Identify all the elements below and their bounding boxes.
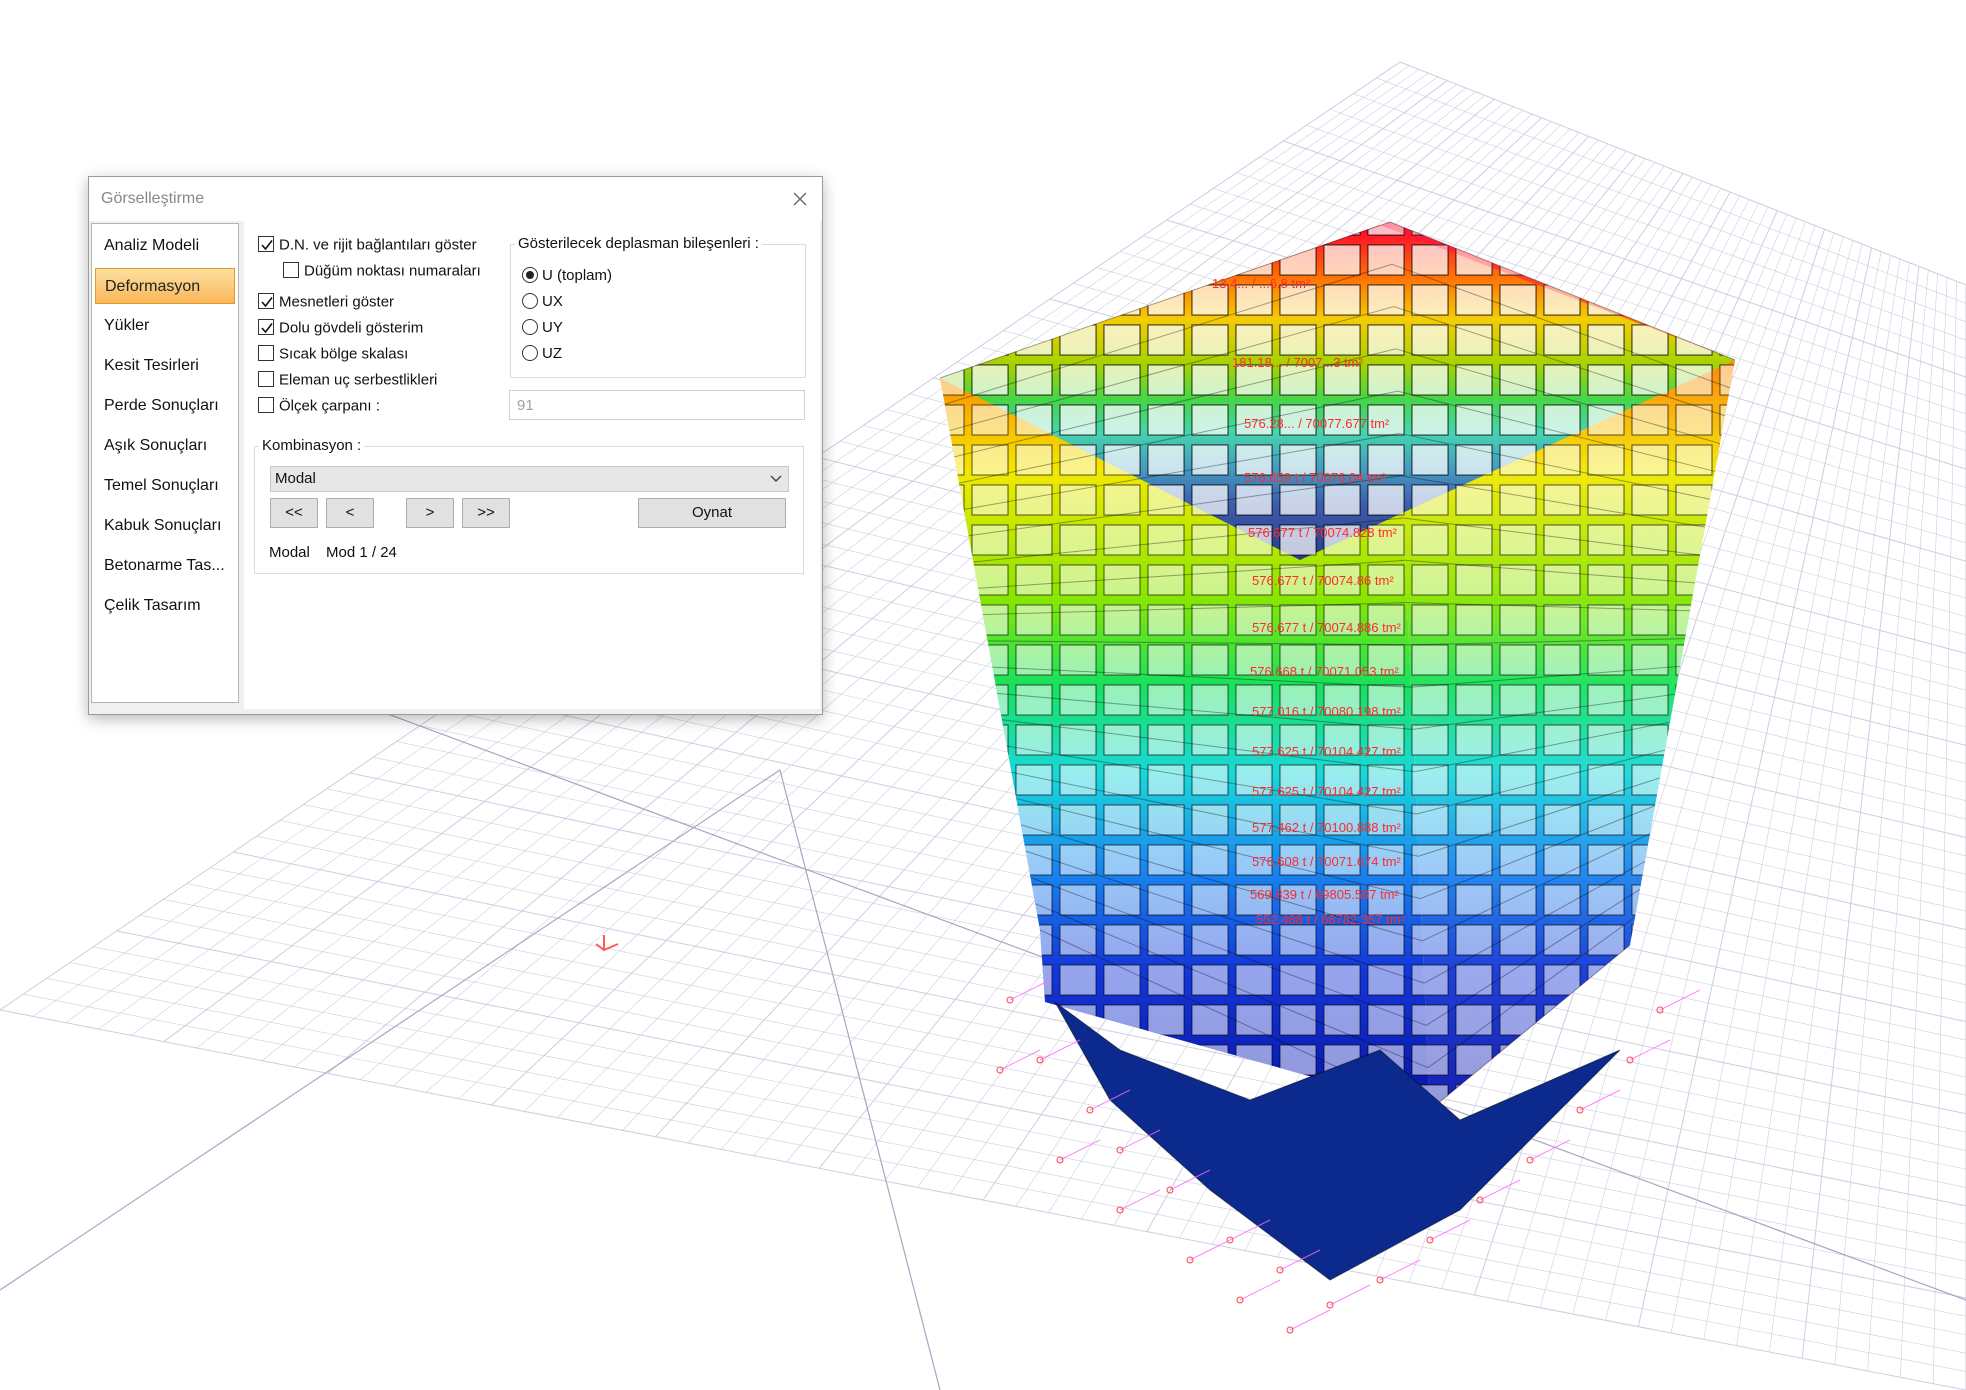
storey-label: 569.839 t / 69805.587 tm²	[1250, 887, 1400, 902]
nav-item-temel-sonuclari[interactable]: Temel Sonuçları	[95, 468, 235, 504]
storey-label: 577.462 t / 70100.888 tm²	[1252, 820, 1402, 835]
checkbox-box[interactable]	[283, 262, 299, 279]
checkbox-box[interactable]	[258, 293, 274, 310]
nav-item-analiz-modeli[interactable]: Analiz Modeli	[95, 228, 235, 264]
scale-factor-input[interactable]	[509, 390, 805, 420]
storey-label: 576.677 t / 70074.828 tm²	[1248, 525, 1398, 540]
storey-label: 576.608 t / 70071.674 tm²	[1252, 854, 1402, 869]
checkbox-box[interactable]	[258, 371, 274, 388]
radio-ux[interactable]: UX	[522, 293, 563, 315]
radio-u-total[interactable]: U (toplam)	[522, 267, 612, 289]
category-list: Analiz Modeli Deformasyon Yükler Kesit T…	[91, 223, 239, 703]
checkbox-show-supports[interactable]: Mesnetleri göster	[258, 293, 394, 315]
storey-label: 181.18... / 7007...3 tm²	[1232, 355, 1363, 370]
checkbox-box[interactable]	[258, 397, 274, 414]
storey-label: 576.668 t / 70071.053 tm²	[1250, 664, 1400, 679]
nav-item-yukler[interactable]: Yükler	[95, 308, 235, 344]
first-mode-button[interactable]: <<	[270, 498, 318, 528]
checkbox-end-releases[interactable]: Eleman uç serbestlikleri	[258, 371, 437, 393]
combination-group-title: Kombinasyon :	[259, 437, 365, 454]
nav-item-deformasyon[interactable]: Deformasyon	[95, 268, 235, 304]
storey-label: 577.016 t / 70080.198 tm²	[1252, 704, 1402, 719]
checkbox-solid-display[interactable]: Dolu gövdeli gösterim	[258, 319, 423, 341]
radio-button[interactable]	[522, 319, 538, 336]
checkbox-heat-scale[interactable]: Sıcak bölge skalası	[258, 345, 408, 367]
last-mode-button[interactable]: >>	[462, 498, 510, 528]
next-mode-button[interactable]: >	[406, 498, 454, 528]
displacement-group-title: Gösterilecek deplasman bileşenleri :	[515, 235, 762, 252]
storey-label: 576.659 t / 70076.04 tm²	[1244, 470, 1386, 485]
nav-item-betonarme-tasarim[interactable]: Betonarme Tas...	[95, 548, 235, 584]
radio-button[interactable]	[522, 345, 538, 362]
check-icon	[261, 323, 273, 334]
check-icon	[261, 297, 273, 308]
combination-select[interactable]: Modal	[270, 466, 789, 492]
storey-label: 577.625 t / 70104.427 tm²	[1252, 784, 1402, 799]
nav-item-perde-sonuclari[interactable]: Perde Sonuçları	[95, 388, 235, 424]
storey-label: 577.625 t / 70104.427 tm²	[1252, 744, 1402, 759]
nav-item-asik-sonuclari[interactable]: Aşık Sonuçları	[95, 428, 235, 464]
storey-label: 552.488 t / 68782.357 tm²	[1256, 912, 1406, 927]
dialog-titlebar[interactable]: Görselleştirme	[89, 177, 822, 221]
close-icon	[793, 192, 807, 206]
radio-button[interactable]	[522, 267, 538, 284]
checkbox-box[interactable]	[258, 319, 274, 336]
close-button[interactable]	[784, 183, 816, 215]
checkbox-node-numbers[interactable]: Düğüm noktası numaraları	[283, 262, 481, 284]
checkbox-box[interactable]	[258, 236, 274, 253]
checkbox-box[interactable]	[258, 345, 274, 362]
storey-label: 576.677 t / 70074.886 tm²	[1252, 620, 1402, 635]
nav-item-celik-tasarim[interactable]: Çelik Tasarım	[95, 588, 235, 624]
dialog-title: Görselleştirme	[101, 190, 205, 207]
radio-button[interactable]	[522, 293, 538, 310]
storey-label: 576.677 t / 70074.86 tm²	[1252, 573, 1394, 588]
combination-type-text: Modal	[269, 544, 310, 561]
radio-uy[interactable]: UY	[522, 319, 563, 341]
chevron-down-icon	[770, 475, 782, 482]
mode-counter-text: Mod 1 / 24	[326, 544, 397, 561]
check-icon	[261, 240, 273, 251]
checkbox-scale-factor[interactable]: Ölçek çarpanı :	[258, 397, 380, 419]
play-button[interactable]: Oynat	[638, 498, 786, 528]
nav-item-kesit-tesirleri[interactable]: Kesit Tesirleri	[95, 348, 235, 384]
storey-label: 13.4... / ...6.8 tm²	[1212, 276, 1311, 291]
checkbox-show-connections[interactable]: D.N. ve rijit bağlantıları göster	[258, 236, 477, 258]
nav-item-kabuk-sonuclari[interactable]: Kabuk Sonuçları	[95, 508, 235, 544]
radio-uz[interactable]: UZ	[522, 345, 562, 367]
storey-label: 576.28... / 70077.677 tm²	[1244, 416, 1390, 431]
previous-mode-button[interactable]: <	[326, 498, 374, 528]
